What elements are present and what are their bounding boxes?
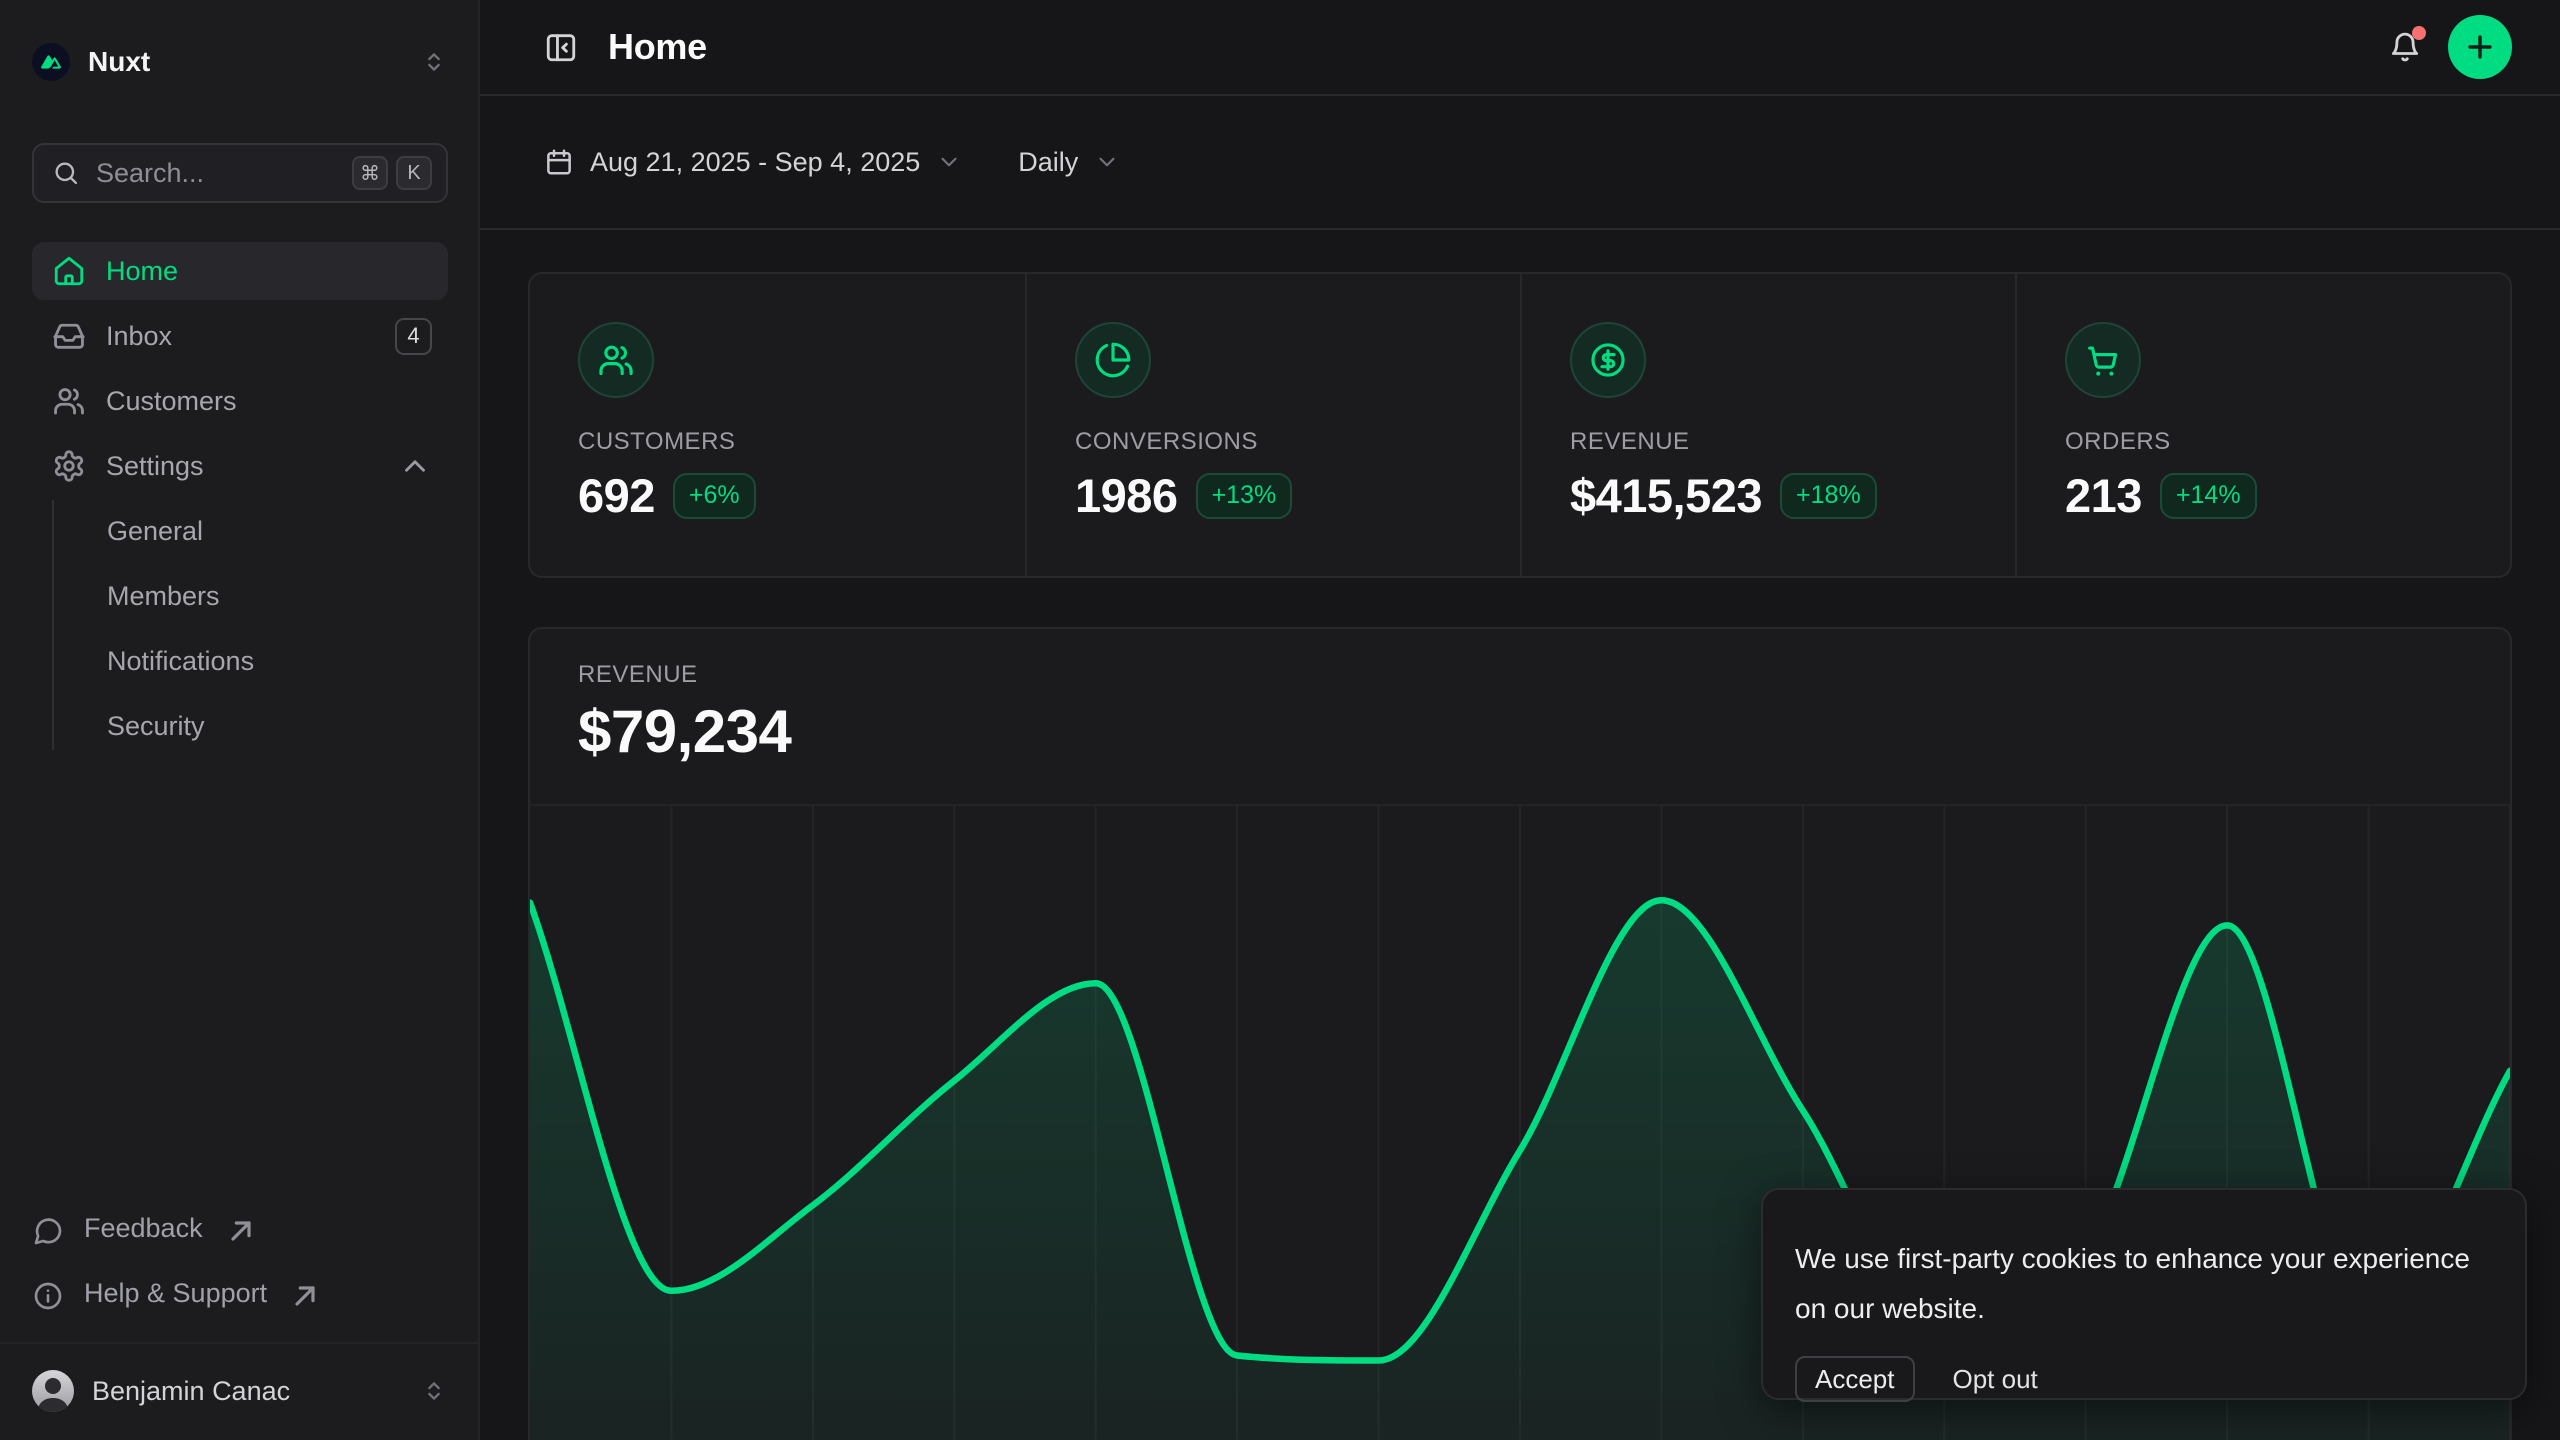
plus-icon <box>2463 30 2497 64</box>
stat-label: ORDERS <box>2065 428 2510 456</box>
stat-delta-badge: +6% <box>673 473 756 519</box>
feedback-label: Feedback <box>84 1213 203 1244</box>
nuxt-logo-icon <box>32 43 70 81</box>
search-placeholder: Search... <box>96 158 336 189</box>
avatar <box>32 1370 74 1412</box>
workspace-name: Nuxt <box>88 46 150 78</box>
stat-label: CONVERSIONS <box>1075 428 1520 456</box>
chevron-up-icon <box>398 449 432 483</box>
chevron-down-icon <box>936 149 962 175</box>
granularity-label: Daily <box>1018 147 1078 178</box>
subnav-guide-line <box>52 500 54 750</box>
sidebar: Nuxt Search... ⌘ K Home Inbox 4 <box>0 0 480 1440</box>
users-icon <box>52 384 86 418</box>
workspace-switcher[interactable]: Nuxt <box>32 30 448 94</box>
main-header: Home <box>480 0 2560 96</box>
chevron-down-icon <box>1094 149 1120 175</box>
sidebar-item-members[interactable]: Members <box>32 567 448 625</box>
search-input[interactable]: Search... ⌘ K <box>32 143 448 203</box>
external-link-icon <box>225 1213 257 1247</box>
inbox-count-badge: 4 <box>395 318 432 355</box>
sidebar-item-inbox[interactable]: Inbox 4 <box>32 307 448 365</box>
sidebar-divider <box>0 1342 478 1344</box>
stat-value: 213 <box>2065 468 2142 523</box>
sidebar-item-label: Home <box>106 256 178 287</box>
kbd-k: K <box>396 156 432 190</box>
optout-cookies-button[interactable]: Opt out <box>1953 1364 2038 1395</box>
search-shortcut: ⌘ K <box>352 156 432 190</box>
feedback-link[interactable]: Feedback <box>32 1201 448 1259</box>
page-title: Home <box>608 26 707 68</box>
chevrons-up-down-icon <box>420 48 448 76</box>
help-support-link[interactable]: Help & Support <box>32 1266 448 1324</box>
stat-label: CUSTOMERS <box>578 428 1025 456</box>
user-menu[interactable]: Benjamin Canac <box>32 1356 448 1426</box>
sidebar-item-customers[interactable]: Customers <box>32 372 448 430</box>
stat-delta-badge: +18% <box>1780 473 1877 519</box>
revenue-chart-value: $79,234 <box>578 697 2510 766</box>
stat-revenue: REVENUE $415,523 +18% <box>1520 274 2015 576</box>
stats-card: CUSTOMERS 692 +6% CONVERSIONS 1986 +13% … <box>528 272 2512 578</box>
chat-bubble-icon <box>32 1213 64 1247</box>
notifications-button[interactable] <box>2388 30 2422 64</box>
search-icon <box>52 159 80 187</box>
cookie-message: We use first-party cookies to enhance yo… <box>1795 1234 2489 1334</box>
stat-value: 692 <box>578 468 655 523</box>
date-range-label: Aug 21, 2025 - Sep 4, 2025 <box>590 147 920 178</box>
info-circle-icon <box>32 1278 64 1312</box>
stat-label: REVENUE <box>1570 428 2015 456</box>
help-support-label: Help & Support <box>84 1278 267 1309</box>
sidebar-footer-links: Feedback Help & Support <box>32 1201 448 1331</box>
sidebar-item-security[interactable]: Security <box>32 697 448 755</box>
sidebar-item-general[interactable]: General <box>32 502 448 560</box>
sidebar-item-label: Settings <box>106 451 204 482</box>
calendar-icon <box>544 147 574 177</box>
cookie-banner: We use first-party cookies to enhance yo… <box>1761 1188 2527 1400</box>
kbd-cmd: ⌘ <box>352 156 388 190</box>
granularity-select[interactable]: Daily <box>1018 147 1120 178</box>
sidebar-item-label: Customers <box>106 386 237 417</box>
user-name: Benjamin Canac <box>92 1376 290 1407</box>
stat-orders: ORDERS 213 +14% <box>2015 274 2510 576</box>
sidebar-item-notifications[interactable]: Notifications <box>32 632 448 690</box>
home-icon <box>52 254 86 288</box>
accept-cookies-button[interactable]: Accept <box>1795 1356 1915 1402</box>
sidebar-nav: Home Inbox 4 Customers Settings General <box>32 242 448 762</box>
stat-value: 1986 <box>1075 468 1178 523</box>
chevrons-up-down-icon <box>420 1377 448 1405</box>
stat-delta-badge: +13% <box>1196 473 1293 519</box>
add-button[interactable] <box>2448 15 2512 79</box>
date-range-picker[interactable]: Aug 21, 2025 - Sep 4, 2025 <box>544 147 962 178</box>
sidebar-item-label: Inbox <box>106 321 172 352</box>
circle-dollar-icon <box>1570 322 1646 398</box>
external-link-icon <box>289 1278 321 1312</box>
notification-dot <box>2412 26 2426 40</box>
collapse-sidebar-button[interactable] <box>544 30 578 64</box>
stat-customers: CUSTOMERS 692 +6% <box>530 274 1025 576</box>
stat-conversions: CONVERSIONS 1986 +13% <box>1025 274 1520 576</box>
shopping-cart-icon <box>2065 322 2141 398</box>
pie-chart-icon <box>1075 322 1151 398</box>
revenue-chart-label: REVENUE <box>578 661 2510 689</box>
stat-value: $415,523 <box>1570 468 1762 523</box>
stat-delta-badge: +14% <box>2160 473 2257 519</box>
filter-bar: Aug 21, 2025 - Sep 4, 2025 Daily <box>480 96 2560 230</box>
gear-icon <box>52 449 86 483</box>
panel-left-icon <box>544 30 578 64</box>
sidebar-item-settings[interactable]: Settings <box>32 437 448 495</box>
sidebar-item-home[interactable]: Home <box>32 242 448 300</box>
users-icon <box>578 322 654 398</box>
inbox-icon <box>52 319 86 353</box>
